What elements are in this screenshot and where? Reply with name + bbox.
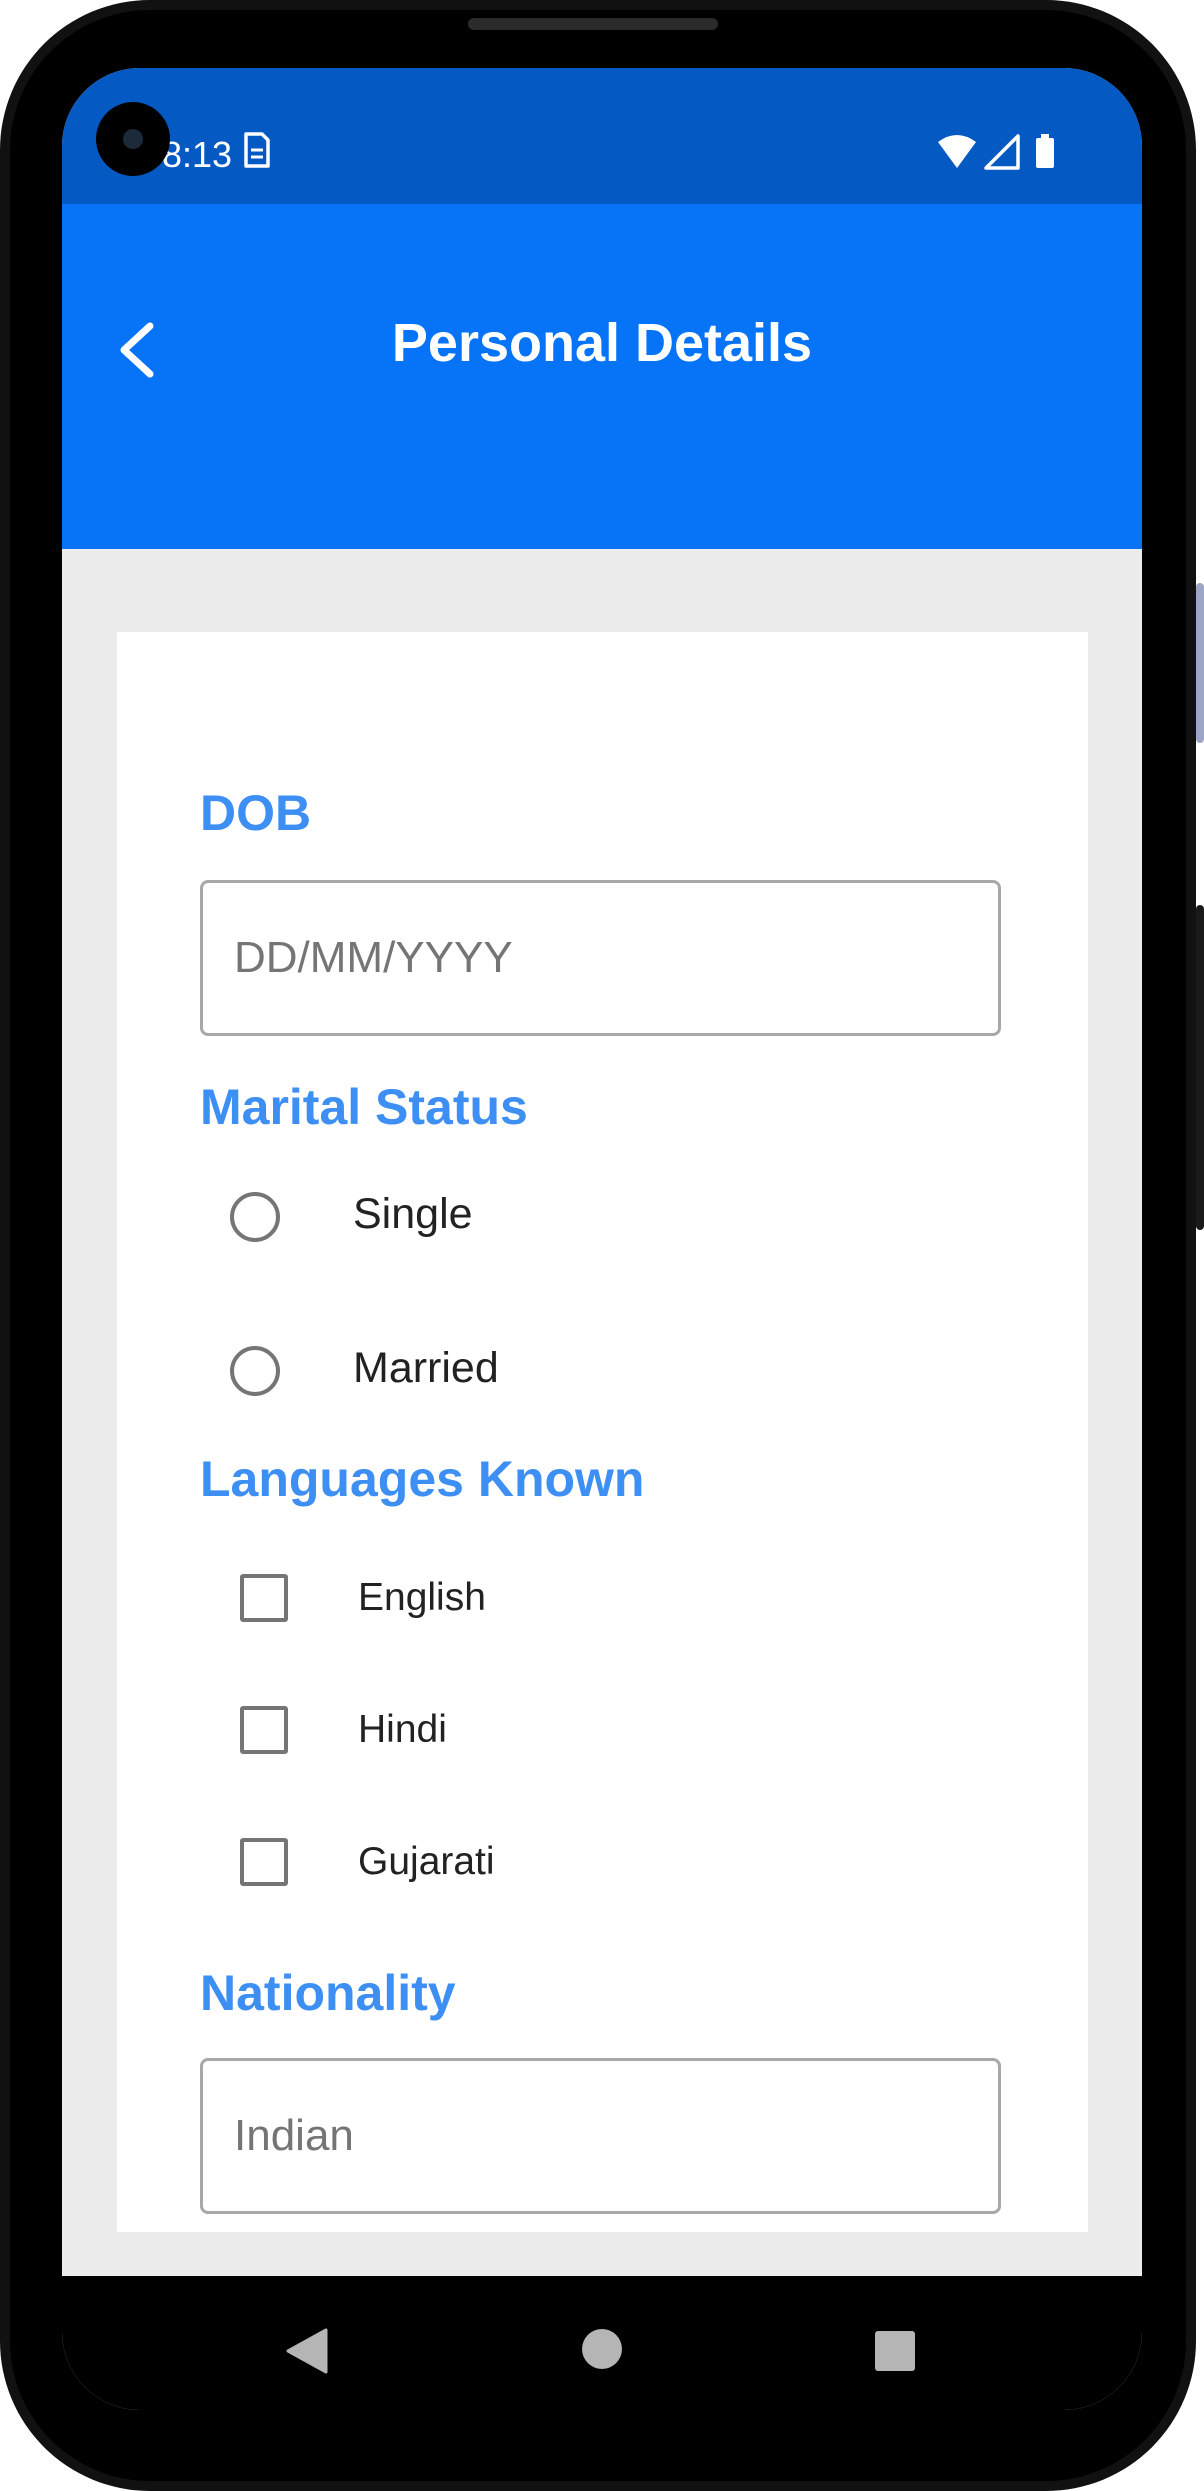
checkbox[interactable]: [240, 1838, 288, 1886]
power-button: [1196, 905, 1204, 1230]
checkbox-label: Gujarati: [358, 1840, 495, 1883]
battery-icon: [1036, 134, 1054, 168]
checkbox-label: Hindi: [358, 1708, 447, 1751]
form-card: DOB Marital Status Single Married Langua…: [117, 632, 1088, 2232]
volume-button: [1196, 583, 1204, 743]
system-navigation-bar: [62, 2276, 1142, 2410]
dob-label: DOB: [200, 785, 312, 841]
status-bar: 8:13: [62, 68, 1142, 204]
status-time: 8:13: [162, 134, 233, 175]
sim-card-icon: [244, 132, 270, 168]
checkbox-label: English: [358, 1576, 486, 1619]
checkbox[interactable]: [240, 1706, 288, 1754]
screen: 8:13 Personal Details DOB Marital: [62, 68, 1142, 2410]
page-title: Personal Details: [391, 313, 813, 373]
radio-label: Married: [353, 1344, 499, 1392]
back-triangle-icon[interactable]: [284, 2326, 330, 2376]
radio-button[interactable]: [230, 1192, 280, 1242]
recents-square-icon[interactable]: [874, 2330, 916, 2372]
front-camera: [96, 102, 170, 176]
nationality-label: Nationality: [200, 1965, 456, 2021]
dob-field[interactable]: [200, 880, 1001, 1036]
app-bar: Personal Details: [62, 204, 1142, 549]
radio-label: Single: [353, 1190, 473, 1238]
languages-known-label: Languages Known: [200, 1451, 645, 1507]
system-status-icons: [938, 134, 1054, 170]
earpiece-speaker: [468, 18, 718, 30]
nationality-field[interactable]: [200, 2058, 1001, 2214]
home-circle-icon[interactable]: [580, 2327, 624, 2371]
cellular-signal-icon: [984, 134, 1020, 170]
marital-status-label: Marital Status: [200, 1079, 528, 1135]
radio-button[interactable]: [230, 1346, 280, 1396]
checkbox[interactable]: [240, 1574, 288, 1622]
wifi-icon: [938, 135, 976, 168]
